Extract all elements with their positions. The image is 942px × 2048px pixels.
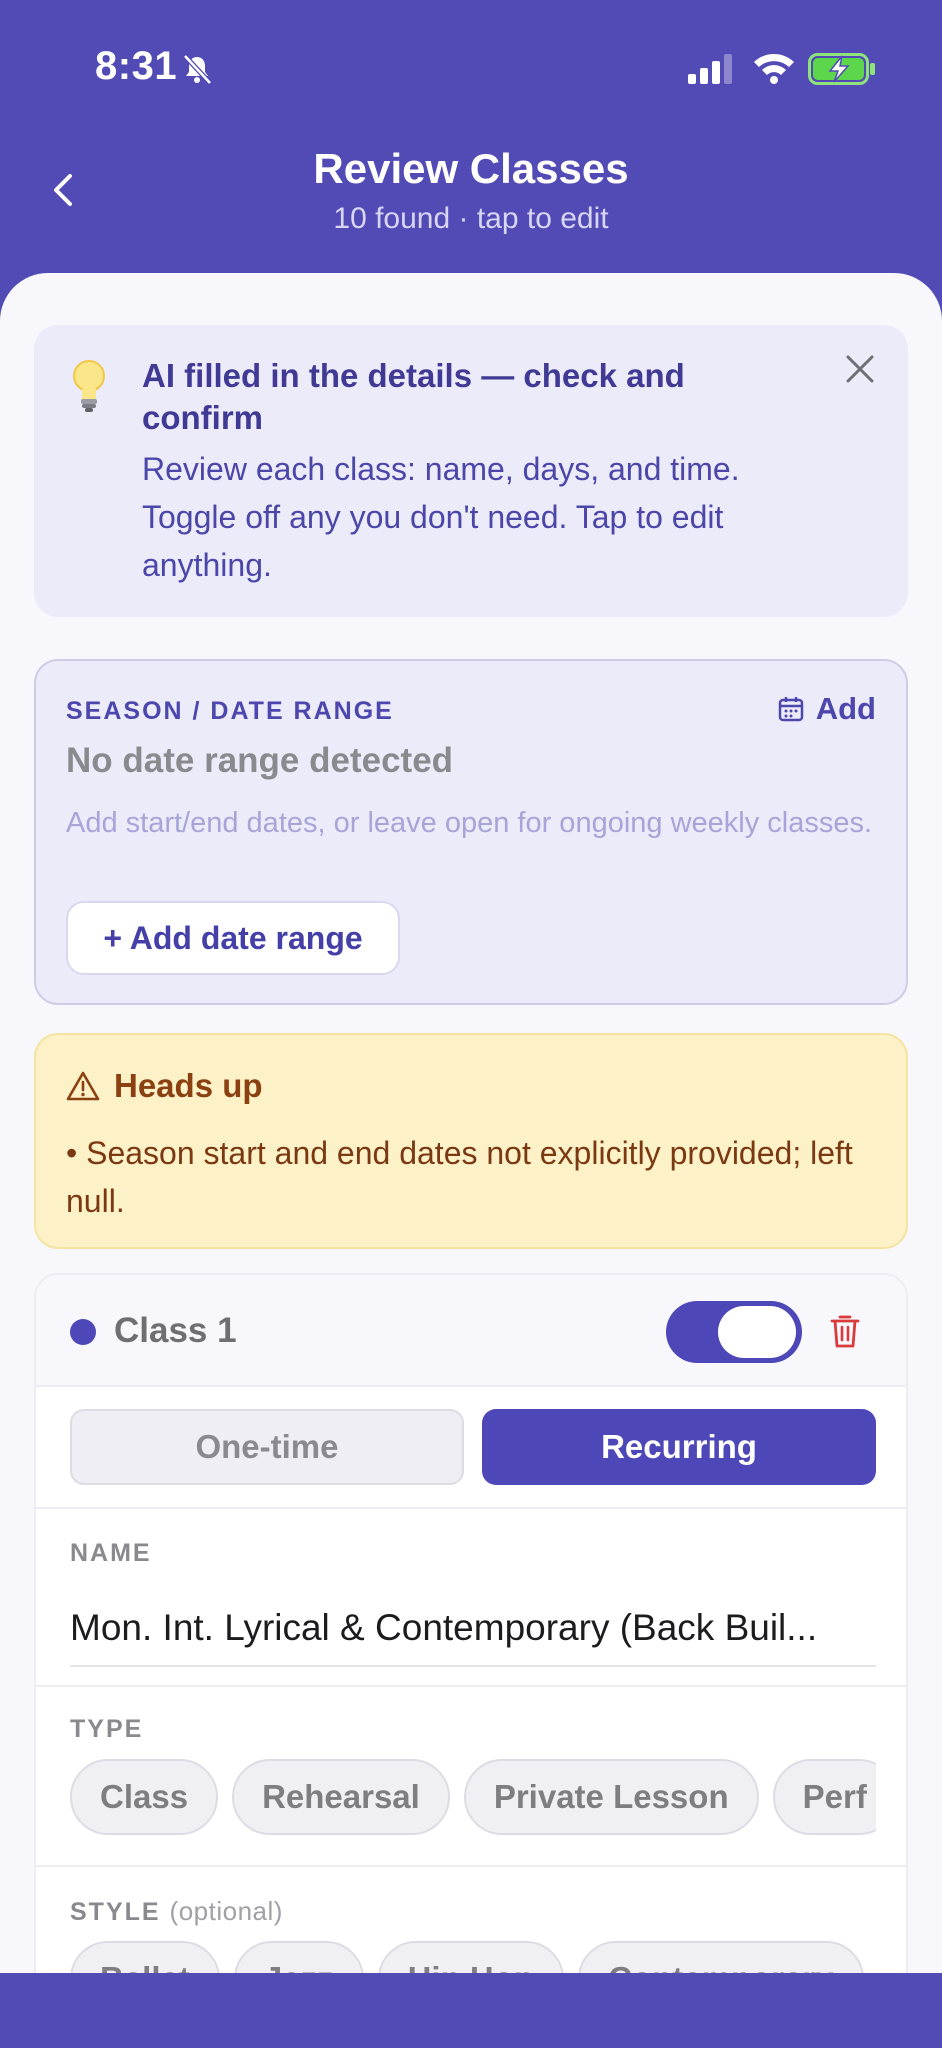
battery-charging-icon (808, 53, 875, 85)
class-card: Class 1 One-time Recurring NAME Mon. Int… (34, 1273, 908, 1973)
type-label: TYPE (70, 1715, 144, 1743)
page-subtitle: 10 found · tap to edit (333, 202, 609, 235)
close-icon[interactable] (840, 349, 880, 389)
divider (36, 1685, 906, 1687)
style-chip-jazz[interactable]: Jazz (233, 1941, 364, 1973)
add-date-range-button[interactable]: + Add date range (66, 901, 400, 975)
bell-slash-icon (183, 54, 212, 85)
type-chip-private-lesson[interactable]: Private Lesson (463, 1759, 759, 1835)
season-status: No date range detected (66, 741, 454, 780)
class-card-header: Class 1 (36, 1275, 906, 1387)
info-banner-body: Review each class: name, days, and time.… (142, 451, 740, 583)
type-chip-class[interactable]: Class (70, 1759, 219, 1835)
style-optional-text: (optional) (169, 1896, 283, 1926)
recurring-segment[interactable]: Recurring (482, 1409, 876, 1485)
warning-triangle-icon (66, 1071, 100, 1101)
class-name-field[interactable]: Mon. Int. Lyrical & Contemporary (Back B… (70, 1601, 876, 1667)
wifi-icon (754, 54, 794, 84)
status-bar: 8:31 (0, 0, 942, 140)
type-chip-performance[interactable]: Perf (772, 1759, 876, 1835)
calendar-icon (778, 697, 803, 722)
add-season-button[interactable]: Add (778, 691, 876, 727)
style-label-text: STYLE (70, 1898, 161, 1926)
page-title: Review Classes (313, 145, 629, 192)
type-chip-rehearsal[interactable]: Rehearsal (232, 1759, 450, 1835)
ai-info-banner: AI filled in the details — check and con… (34, 325, 908, 617)
warning-header: Heads up (66, 1067, 263, 1105)
divider (36, 1507, 906, 1509)
status-time: 8:31 (95, 44, 178, 88)
divider (36, 1865, 906, 1867)
season-label: SEASON / DATE RANGE (66, 697, 394, 725)
content-sheet: AI filled in the details — check and con… (0, 273, 942, 1973)
bottom-bar (0, 1975, 942, 2048)
one-time-segment[interactable]: One-time (70, 1409, 464, 1485)
warning-title: Heads up (114, 1067, 263, 1104)
class-enabled-toggle[interactable] (666, 1301, 802, 1363)
style-chip-hip-hop[interactable]: Hip Hop (377, 1941, 565, 1973)
class-title: Class 1 (114, 1311, 237, 1350)
type-chips: Class Rehearsal Private Lesson Perf (70, 1759, 876, 1839)
style-chips: Ballet Jazz Hip Hop Contemporary (70, 1941, 876, 1973)
lightbulb-icon (73, 360, 105, 412)
style-chip-contemporary[interactable]: Contemporary (578, 1941, 864, 1973)
season-date-range-card: SEASON / DATE RANGE Add No date range de… (34, 659, 908, 1005)
trash-icon[interactable] (830, 1313, 860, 1349)
season-hint: Add start/end dates, or leave open for o… (66, 807, 873, 839)
warning-body: • Season start and end dates not explici… (66, 1135, 853, 1219)
add-season-label: Add (815, 691, 876, 726)
cellular-signal-icon (688, 54, 732, 84)
style-label: STYLE (optional) (70, 1896, 283, 1927)
heads-up-warning: Heads up • Season start and end dates no… (34, 1033, 908, 1249)
class-color-dot (70, 1319, 96, 1345)
name-label: NAME (70, 1539, 152, 1567)
style-chip-ballet[interactable]: Ballet (70, 1941, 220, 1973)
info-banner-title: AI filled in the details — check and con… (142, 357, 685, 436)
toggle-knob (718, 1306, 796, 1358)
